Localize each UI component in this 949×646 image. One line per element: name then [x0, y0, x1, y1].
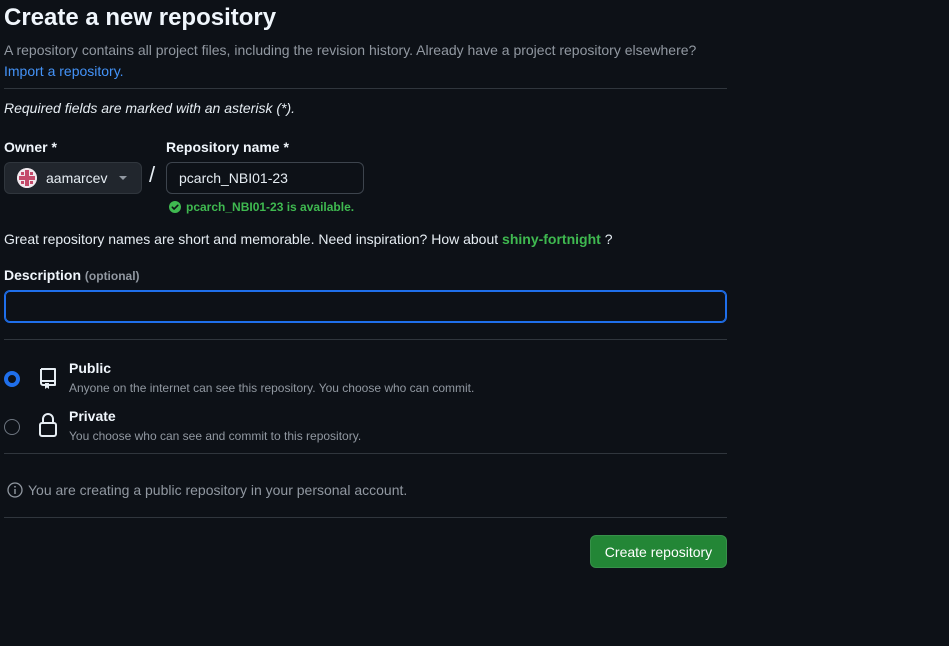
availability-text: pcarch_NBI01-23 is available. [186, 200, 355, 214]
owner-dropdown[interactable]: aamarcev [4, 162, 142, 194]
visibility-public-option[interactable]: Public Anyone on the internet can see th… [4, 358, 727, 398]
public-description: Anyone on the internet can see this repo… [69, 381, 475, 395]
availability-status: pcarch_NBI01-23 is available. [169, 200, 354, 214]
description-label: Description (optional) [4, 267, 140, 283]
divider [4, 517, 727, 518]
create-repository-button[interactable]: Create repository [590, 535, 727, 568]
suggestion-suffix: ? [604, 231, 613, 247]
visibility-private-option[interactable]: Private You choose who can see and commi… [4, 406, 727, 446]
divider [4, 339, 727, 340]
public-title: Public [69, 360, 112, 376]
divider [4, 453, 727, 454]
private-description: You choose who can see and commit to thi… [69, 429, 362, 443]
intro-text: A repository contains all project files,… [4, 40, 727, 82]
info-icon [7, 482, 23, 498]
import-repository-link[interactable]: Import a repository. [4, 63, 124, 79]
visibility-info: You are creating a public repository in … [7, 482, 407, 498]
suggested-name-link[interactable]: shiny-fortnight [502, 231, 601, 247]
repo-icon [40, 368, 56, 389]
intro-description: A repository contains all project files,… [4, 42, 697, 58]
description-label-text: Description [4, 267, 82, 283]
name-suggestion: Great repository names are short and mem… [4, 231, 613, 247]
owner-name: aamarcev [46, 170, 108, 186]
info-text: You are creating a public repository in … [28, 482, 408, 498]
private-radio[interactable] [4, 419, 20, 435]
owner-label: Owner * [4, 139, 57, 155]
page-title: Create a new repository [4, 4, 277, 31]
suggestion-text: Great repository names are short and mem… [4, 231, 499, 247]
check-circle-icon [169, 201, 181, 213]
repository-name-label: Repository name * [166, 139, 289, 155]
optional-hint: (optional) [84, 269, 140, 283]
owner-repo-separator: / [149, 162, 156, 187]
description-input[interactable] [4, 290, 727, 323]
private-title: Private [69, 408, 116, 424]
lock-icon [39, 413, 57, 437]
caret-down-icon [119, 176, 128, 180]
required-fields-note: Required fields are marked with an aster… [4, 100, 296, 116]
divider [4, 88, 727, 89]
repository-name-input[interactable] [166, 162, 364, 194]
public-radio[interactable] [4, 371, 20, 387]
avatar-icon [17, 168, 37, 188]
